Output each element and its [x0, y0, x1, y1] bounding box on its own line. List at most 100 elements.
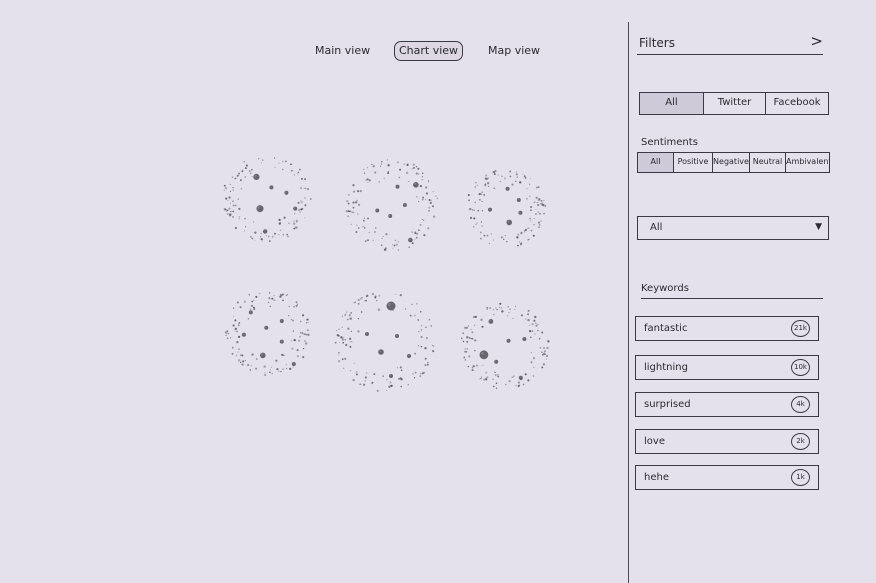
bubble-point[interactable] [388, 214, 393, 218]
source-filter: All Twitter Facebook [639, 92, 829, 115]
stipple-dot [234, 330, 236, 332]
bubble-point[interactable] [402, 203, 407, 207]
stipple-dot [468, 199, 471, 202]
stipple-dot [530, 209, 532, 211]
bubble-highlight [263, 230, 266, 232]
bubble-point[interactable] [522, 337, 527, 341]
source-option-twitter[interactable]: Twitter [704, 93, 766, 114]
bubble-point[interactable] [516, 198, 521, 202]
bubble-point[interactable] [488, 319, 494, 324]
bubble-point[interactable] [488, 207, 492, 212]
bubble-point[interactable] [518, 375, 523, 380]
bubble-point[interactable] [256, 205, 264, 213]
bubble-point[interactable] [389, 374, 393, 378]
bubble-point[interactable] [395, 334, 399, 338]
stipple-dot [467, 325, 470, 327]
stipple-dot [400, 369, 403, 372]
stipple-dot [299, 331, 302, 334]
stipple-dot [226, 337, 229, 340]
source-option-all[interactable]: All [640, 93, 704, 114]
stipple-dot [226, 213, 229, 215]
stipple-dot [360, 298, 362, 300]
stipple-dot [278, 218, 281, 221]
stipple-dot [529, 324, 531, 326]
stipple-dot [356, 199, 358, 201]
bubble-point[interactable] [413, 182, 419, 188]
bubble-point[interactable] [248, 310, 253, 315]
bubble-highlight [379, 350, 382, 353]
bubble-point[interactable] [505, 186, 510, 191]
stipple-dot [533, 201, 536, 204]
stipple-dot [428, 199, 431, 201]
sentiment-option-positive[interactable]: Positive [674, 153, 713, 172]
collapse-chevron-icon[interactable]: > [810, 31, 823, 51]
stipple-dot [382, 235, 384, 237]
bubble-highlight [507, 339, 509, 341]
bubble-point[interactable] [365, 332, 369, 336]
bubble-highlight [389, 374, 392, 377]
source-option-facebook[interactable]: Facebook [766, 93, 828, 114]
stipple-dot [428, 209, 430, 212]
bubble-point[interactable] [279, 339, 284, 344]
bubble-point[interactable] [378, 349, 384, 355]
bubble-point[interactable] [253, 173, 260, 180]
stipple-dot [421, 218, 423, 220]
bubble-point[interactable] [408, 237, 413, 243]
bubble-highlight [388, 303, 392, 307]
bubble-point[interactable] [479, 350, 489, 360]
stipple-dot [296, 354, 300, 358]
stipple-dot [364, 227, 366, 229]
sentiment-option-all[interactable]: All [638, 153, 674, 172]
stipple-dot [279, 293, 282, 296]
sentiment-option-negative[interactable]: Negative [713, 153, 750, 172]
stipple-dot [427, 227, 430, 230]
stipple-dot [493, 385, 495, 388]
stipple-dot [292, 222, 296, 225]
bubble-point[interactable] [284, 190, 289, 195]
keyword-item[interactable]: surprised 4k [635, 392, 819, 417]
stipple-dot [363, 172, 366, 174]
bubble-point[interactable] [263, 229, 268, 234]
stipple-dot [425, 199, 427, 201]
keyword-item[interactable]: lightning 10k [635, 355, 819, 380]
stipple-dot [264, 372, 266, 374]
keyword-item[interactable]: hehe 1k [635, 465, 819, 490]
keyword-item[interactable]: fantastic 21k [635, 316, 819, 341]
bubble-point[interactable] [293, 206, 298, 211]
stipple-dot [514, 305, 517, 308]
bubble-point[interactable] [407, 354, 411, 358]
bubble-point[interactable] [279, 319, 284, 323]
bubble-point[interactable] [291, 362, 296, 366]
bubble-point[interactable] [241, 332, 246, 337]
bubble-point[interactable] [269, 185, 274, 190]
bubble-point[interactable] [264, 325, 269, 330]
filter-dropdown[interactable]: All ▼ [637, 216, 829, 240]
stipple-dot [359, 383, 361, 385]
keyword-item[interactable]: love 2k [635, 429, 819, 454]
stipple-dot [365, 299, 368, 302]
bubble-point[interactable] [506, 219, 512, 226]
stipple-dot [487, 185, 490, 187]
stipple-dot [294, 213, 296, 215]
stipple-dot [233, 315, 235, 317]
bubble-point[interactable] [506, 338, 511, 343]
bubble-point[interactable] [395, 184, 400, 189]
bubble-point[interactable] [494, 359, 499, 364]
stipple-dot [350, 223, 352, 226]
stipple-dot [306, 187, 310, 191]
stipple-dot [295, 301, 298, 304]
stipple-dot [512, 317, 514, 320]
bubble-point[interactable] [518, 210, 523, 215]
sentiment-option-ambivalent[interactable]: Ambivalent [786, 153, 829, 172]
stipple-dot [357, 317, 360, 320]
stipple-dot [378, 294, 381, 297]
stipple-dot [293, 338, 296, 342]
bubble-point[interactable] [386, 301, 396, 311]
stipple-dot [273, 299, 275, 301]
stipple-dot [509, 308, 511, 310]
stipple-dot [515, 173, 518, 176]
sentiment-option-neutral[interactable]: Neutral [750, 153, 786, 172]
bubble-point[interactable] [375, 208, 380, 213]
bubble-point[interactable] [260, 352, 266, 359]
stipple-dot [464, 359, 467, 361]
